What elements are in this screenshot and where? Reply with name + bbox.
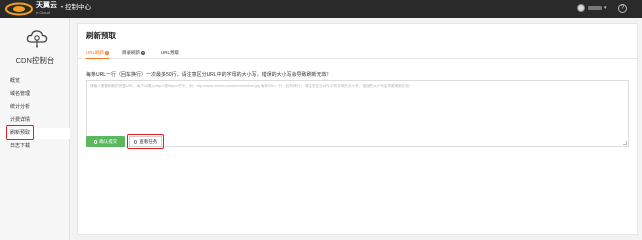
check-circle-icon — [93, 140, 98, 144]
tab-label: URL预取 — [161, 50, 180, 55]
top-bar: 天翼云 e Cloud • 控制中心 ▾ ? — [0, 0, 642, 18]
tianyi-cloud-logo-icon[interactable] — [4, 2, 34, 16]
question-icon[interactable]: ? — [105, 50, 110, 55]
tab-bar: URL刷新? 目录刷新? URL预取 — [78, 48, 637, 59]
sidebar-title: CDN控制台 — [15, 56, 55, 65]
url-textarea-placeholder: 请输入需要刷新的完整URL，每个url要以http://或https://开头，… — [90, 84, 413, 88]
sidebar-highlight-box — [6, 125, 34, 140]
chevron-down-icon[interactable]: ▾ — [604, 5, 607, 11]
sidebar-item-overview[interactable]: 概览 — [0, 76, 70, 87]
main-panel: 刷新预取 URL刷新? 目录刷新? URL预取 每条URL一行（回车换行）一次最… — [77, 23, 638, 235]
submit-button[interactable]: 确认提交 — [86, 136, 125, 147]
brand-separator: • — [61, 5, 64, 11]
view-tasks-highlight-box — [127, 134, 164, 149]
question-icon[interactable]: ? — [141, 50, 145, 55]
sidebar-item-log-download[interactable]: 日志下载 — [0, 141, 70, 152]
url-instruction-note: 每条URL一行（回车换行）一次最多50行，请注意区分URL中的字母的大小写，错误… — [86, 72, 332, 78]
tab-directory-refresh[interactable]: 目录刷新? — [122, 48, 145, 59]
user-name[interactable] — [588, 6, 602, 10]
tab-url-prefetch[interactable]: URL预取 — [161, 48, 179, 59]
url-textarea[interactable]: 请输入需要刷新的完整URL，每个url要以http://或https://开头，… — [86, 80, 629, 147]
tab-label: URL刷新 — [86, 50, 105, 55]
sidebar-item-domain-management[interactable]: 域名管理 — [0, 89, 70, 100]
sidebar-item-statistics[interactable]: 统计分析 — [0, 102, 70, 113]
resize-handle-icon[interactable] — [623, 141, 627, 145]
tab-url-refresh[interactable]: URL刷新? — [86, 48, 110, 59]
tab-label: 目录刷新 — [122, 50, 140, 55]
submit-button-label: 确认提交 — [99, 139, 118, 144]
cdn-cloud-icon — [26, 30, 48, 48]
console-title[interactable]: 控制中心 — [65, 4, 91, 12]
help-icon[interactable]: ? — [618, 4, 627, 13]
brand-subtitle: e Cloud — [36, 10, 50, 15]
user-avatar[interactable] — [577, 4, 585, 12]
page-title: 刷新预取 — [86, 31, 116, 40]
brand-name: 天翼云 — [36, 2, 57, 9]
